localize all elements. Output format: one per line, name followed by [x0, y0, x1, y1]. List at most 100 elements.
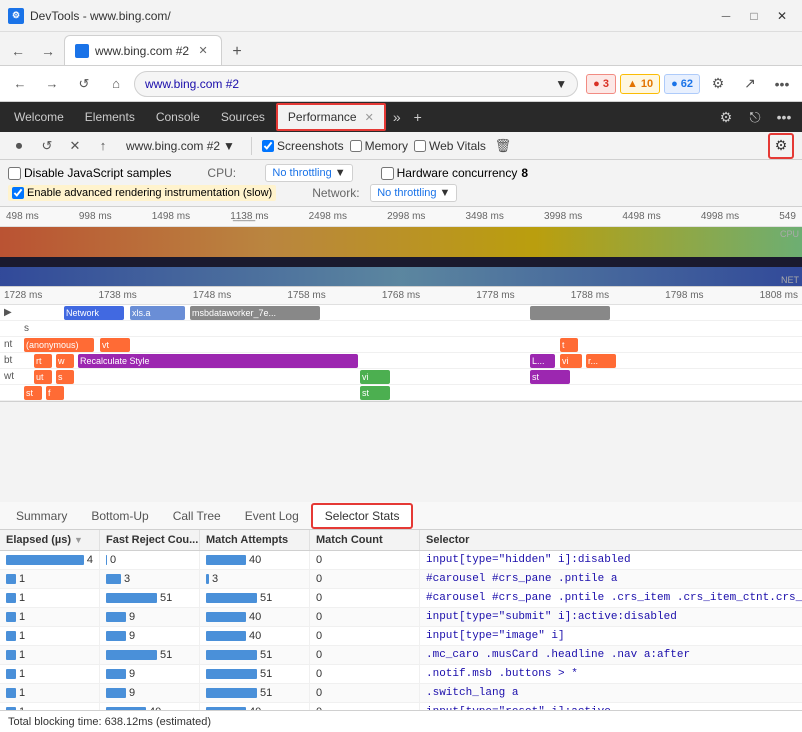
bar-net-right[interactable] [530, 306, 610, 320]
bar-st2[interactable]: st [24, 386, 42, 400]
reload-button[interactable]: ↺ [70, 70, 98, 98]
bar-msb[interactable]: msbdataworker_7e... [190, 306, 320, 320]
bar-l[interactable]: L... [530, 354, 555, 368]
bar-st3[interactable]: st [360, 386, 390, 400]
bar-rt[interactable]: rt [34, 354, 52, 368]
table-row[interactable]: 1330#carousel #crs_pane .pntile a [0, 570, 802, 589]
bar-st[interactable]: st [530, 370, 570, 384]
share-button[interactable]: ↗ [736, 70, 764, 98]
back-nav-button[interactable]: ← [6, 70, 34, 98]
minimize-button[interactable]: ─ [714, 6, 738, 26]
menu-button[interactable]: ••• [768, 70, 796, 98]
close-button[interactable]: ✕ [770, 6, 794, 26]
tab-call-tree[interactable]: Call Tree [161, 503, 233, 529]
bar-f[interactable]: f [46, 386, 64, 400]
table-row[interactable]: 151510#carousel #crs_pane .pntile .crs_i… [0, 589, 802, 608]
back-button[interactable]: ← [4, 37, 32, 65]
advanced-rendering-checkbox[interactable] [12, 187, 24, 199]
bar-anonymous[interactable]: (anonymous) [24, 338, 94, 352]
hardware-checkbox-label[interactable]: Hardware concurrency [381, 166, 518, 180]
more-tabs-button[interactable]: » [387, 109, 407, 125]
address-bar[interactable]: www.bing.com #2 ▼ [134, 71, 578, 97]
url-selector[interactable]: www.bing.com #2 ▼ [120, 137, 241, 155]
add-tab-button[interactable]: + [408, 109, 428, 125]
table-row[interactable]: 19400input[type="submit" i]:active:disab… [0, 608, 802, 627]
cpu-label: CPU: [207, 166, 257, 180]
timeline-content[interactable]: CPU NET [0, 227, 802, 287]
th-selector[interactable]: Selector [420, 530, 802, 550]
bar-s[interactable]: s [56, 370, 74, 384]
bar-recalc[interactable]: Recalculate Style [78, 354, 358, 368]
table-row[interactable]: 19510.switch_lang a [0, 684, 802, 703]
th-elapsed[interactable]: Elapsed (µs) ▼ [0, 530, 100, 550]
table-row[interactable]: 151510.mc_caro .musCard .headline .nav a… [0, 646, 802, 665]
table-row[interactable]: 19400input[type="image" i] [0, 627, 802, 646]
bar-ut[interactable]: ut [34, 370, 52, 384]
cpu-throttle-button[interactable]: No throttling ▼ [265, 164, 352, 182]
bar-vt[interactable]: vt [100, 338, 130, 352]
disable-js-label[interactable]: Disable JavaScript samples [8, 166, 171, 180]
expand-network[interactable]: ▶ [4, 307, 12, 318]
network-throttle-button[interactable]: No throttling ▼ [370, 184, 457, 202]
forward-nav-button[interactable]: → [38, 70, 66, 98]
forward-button[interactable]: → [34, 37, 62, 65]
flame-chart[interactable]: 1728 ms 1738 ms 1748 ms 1758 ms 1768 ms … [0, 287, 802, 402]
table-row[interactable]: 40400input[type="hidden" i]:disabled [0, 551, 802, 570]
bar-vi2[interactable]: vi [360, 370, 390, 384]
tab-selector-stats[interactable]: Selector Stats [311, 503, 414, 529]
tab-bottom-up[interactable]: Bottom-Up [79, 503, 160, 529]
tab-close-button[interactable]: ✕ [195, 43, 211, 59]
th-match-attempts[interactable]: Match Attempts [200, 530, 310, 550]
bar-w[interactable]: w [56, 354, 74, 368]
advanced-rendering-label[interactable]: Enable advanced rendering instrumentatio… [8, 185, 276, 201]
memory-checkbox[interactable] [350, 140, 362, 152]
hardware-checkbox[interactable] [381, 167, 394, 180]
screenshots-checkbox[interactable] [262, 140, 274, 152]
tab-event-log[interactable]: Event Log [233, 503, 311, 529]
timeline-overview[interactable]: 498 ms 998 ms 1498 ms 1̲1̲3̲8̲ ms 2498 m… [0, 207, 802, 287]
perf-settings-button[interactable]: ⚙ [768, 133, 794, 159]
screenshots-checkbox-label[interactable]: Screenshots [262, 139, 344, 153]
tab-summary[interactable]: Summary [4, 503, 79, 529]
browser-tab[interactable]: www.bing.com #2 ✕ [64, 35, 222, 65]
flame-mark-7: 1798 ms [665, 290, 703, 301]
table-row[interactable]: 140400input[type="reset" i]:active [0, 703, 802, 710]
tab-performance[interactable]: Performance ✕ [276, 103, 386, 131]
stats-table[interactable]: Elapsed (µs) ▼ Fast Reject Cou... Match … [0, 530, 802, 710]
error-badge[interactable]: ● 3 [586, 74, 616, 94]
devtools-dock-button[interactable]: ⎋ [741, 103, 769, 131]
fast-reject-value: 9 [129, 630, 135, 642]
reload-record-button[interactable]: ↺ [36, 135, 58, 157]
tab-elements[interactable]: Elements [75, 103, 145, 131]
bar-xls[interactable]: xls.a [130, 306, 185, 320]
elapsed-bar [6, 612, 16, 622]
maximize-button[interactable]: □ [742, 6, 766, 26]
bar-r[interactable]: r... [586, 354, 616, 368]
home-button[interactable]: ⌂ [102, 70, 130, 98]
trash-button[interactable]: 🗑 [492, 135, 514, 157]
tab-console[interactable]: Console [146, 103, 210, 131]
th-match-count[interactable]: Match Count [310, 530, 420, 550]
table-row[interactable]: 19510.notif.msb .buttons > * [0, 665, 802, 684]
match-attempts-bar [206, 574, 209, 584]
info-badge[interactable]: ● 62 [664, 74, 700, 94]
webvitals-checkbox-label[interactable]: Web Vitals [414, 139, 486, 153]
record-button[interactable]: ⏺ [8, 135, 30, 157]
tab-sources[interactable]: Sources [211, 103, 275, 131]
bar-network[interactable]: Network [64, 306, 124, 320]
th-fast-reject[interactable]: Fast Reject Cou... [100, 530, 200, 550]
disable-js-checkbox[interactable] [8, 167, 21, 180]
webvitals-checkbox[interactable] [414, 140, 426, 152]
tab-performance-close[interactable]: ✕ [365, 111, 374, 124]
devtools-more-button[interactable]: ••• [770, 103, 798, 131]
upload-button[interactable]: ↑ [92, 135, 114, 157]
bar-t[interactable]: t [560, 338, 578, 352]
clear-recording-button[interactable]: ✕ [64, 135, 86, 157]
browser-settings-button[interactable]: ⚙ [704, 70, 732, 98]
devtools-settings-button[interactable]: ⚙ [712, 103, 740, 131]
tab-welcome[interactable]: Welcome [4, 103, 74, 131]
bar-vi[interactable]: vi [560, 354, 582, 368]
new-tab-button[interactable]: + [224, 39, 250, 65]
memory-checkbox-label[interactable]: Memory [350, 139, 408, 153]
warning-badge[interactable]: ▲ 10 [620, 74, 660, 94]
